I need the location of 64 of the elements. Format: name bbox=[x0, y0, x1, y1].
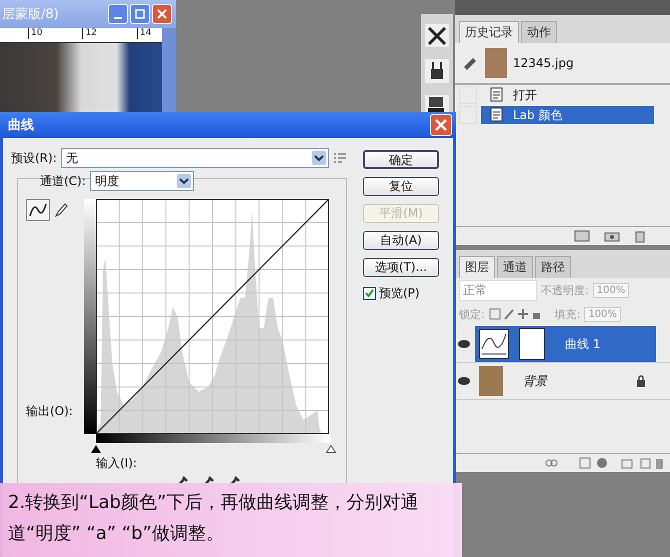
chevron-icon bbox=[176, 174, 191, 188]
layer-row[interactable]: 曲线 1 bbox=[475, 326, 656, 362]
window-title: 层蒙版/8) bbox=[2, 6, 59, 23]
panel-tab[interactable]: 历史记录 bbox=[459, 21, 519, 43]
document-icon bbox=[489, 87, 505, 103]
layer-actions-icon[interactable] bbox=[544, 457, 664, 469]
pencil-icon[interactable] bbox=[54, 202, 68, 218]
input-slider-handle[interactable] bbox=[326, 445, 336, 453]
layer-row[interactable]: 背景 bbox=[475, 363, 656, 399]
trash-icon[interactable] bbox=[634, 229, 646, 243]
ruler-label: 12 bbox=[82, 28, 97, 39]
photo-placeholder bbox=[485, 48, 507, 78]
history-item[interactable]: Lab 颜色 bbox=[481, 106, 654, 124]
input-label: 输入(I): bbox=[96, 455, 138, 472]
eye-icon[interactable] bbox=[457, 339, 471, 349]
channel-dropdown[interactable]: 明度 bbox=[90, 171, 194, 191]
output-label: 输出(O): bbox=[26, 403, 74, 420]
dialog-button[interactable]: 确定 bbox=[363, 150, 439, 169]
dialog-button[interactable]: 选项(T)... bbox=[363, 258, 439, 277]
minimize-icon bbox=[114, 17, 122, 19]
snapshot-name[interactable]: 12345.jpg bbox=[513, 56, 574, 70]
preview-label: 预览(P) bbox=[379, 285, 420, 302]
curves-adjustment-icon bbox=[479, 329, 509, 359]
blend-mode-dropdown[interactable]: 正常 bbox=[459, 280, 537, 300]
dialog-button[interactable]: 复位 bbox=[363, 177, 439, 196]
chevron-icon bbox=[312, 151, 326, 165]
menu-icon[interactable] bbox=[333, 153, 347, 163]
document-icon bbox=[489, 107, 505, 123]
history-item[interactable]: 打开 bbox=[481, 86, 654, 104]
panel-tab[interactable]: 动作 bbox=[521, 21, 557, 43]
lock-label: 锁定: bbox=[459, 306, 485, 322]
maximize-button[interactable] bbox=[130, 4, 150, 24]
curves-graph[interactable] bbox=[96, 199, 329, 434]
layer-mask-thumbnail bbox=[519, 328, 545, 360]
close-icon bbox=[157, 9, 167, 19]
stamp-icon[interactable] bbox=[425, 94, 449, 114]
maximize-icon bbox=[135, 9, 145, 19]
dialog-title: 曲线 bbox=[8, 117, 34, 134]
input-slider-handle[interactable] bbox=[91, 445, 101, 453]
channel-label: 通道(C): bbox=[40, 172, 86, 190]
close-button[interactable] bbox=[152, 4, 172, 24]
lock-options-icon[interactable] bbox=[488, 308, 541, 320]
panel-tab[interactable]: 路径 bbox=[535, 256, 571, 278]
preset-dropdown[interactable]: 无 bbox=[60, 148, 330, 168]
close-button[interactable] bbox=[430, 114, 452, 136]
dialog-button[interactable]: 自动(A) bbox=[363, 231, 439, 250]
fill-label: 填充: bbox=[554, 306, 580, 322]
opacity-label: 不透明度: bbox=[541, 282, 589, 298]
eye-icon[interactable] bbox=[457, 376, 471, 386]
curve-tool-icon[interactable] bbox=[26, 199, 50, 221]
panel-tab[interactable]: 通道 bbox=[497, 256, 533, 278]
lock-icon bbox=[636, 375, 646, 387]
ruler-label: 10 bbox=[28, 28, 42, 39]
document-icon[interactable] bbox=[574, 230, 590, 242]
caption-text: 2.转换到“Lab颜色”下后，再做曲线调整，分别对通道“明度” “a” “b”做调整。 bbox=[8, 491, 420, 546]
minimize-button[interactable] bbox=[108, 4, 128, 24]
photo-placeholder bbox=[479, 366, 503, 396]
preset-label: 预设(R): bbox=[11, 150, 57, 166]
ruler-label: 14 bbox=[136, 28, 152, 39]
preview-checkbox[interactable] bbox=[363, 287, 376, 300]
tools-icon[interactable] bbox=[425, 24, 449, 48]
panel-tab[interactable]: 图层 bbox=[459, 256, 495, 278]
close-icon bbox=[435, 119, 447, 131]
camera-icon[interactable] bbox=[604, 230, 620, 242]
